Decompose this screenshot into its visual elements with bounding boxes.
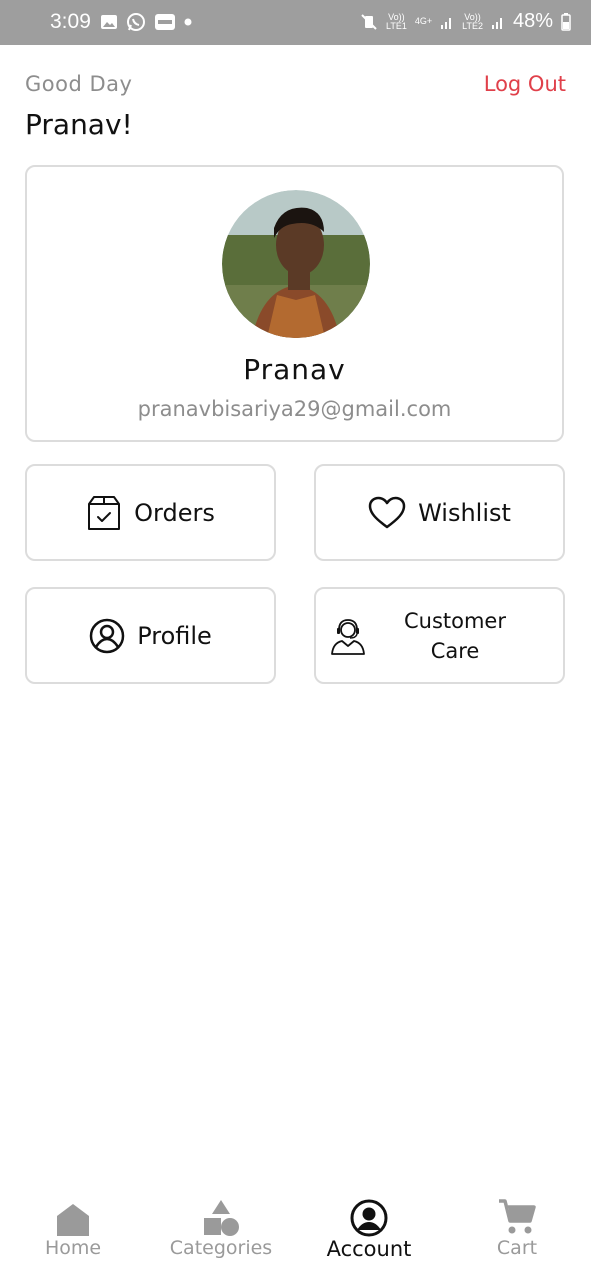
profile-email: pranavbisariya29@gmail.com (137, 397, 452, 421)
whatsapp-icon (127, 13, 145, 31)
4g-data-icon: 4G+ (414, 16, 433, 26)
nav-account[interactable]: Account (299, 1195, 439, 1280)
signal-icon (491, 17, 502, 29)
nav-home[interactable]: Home (3, 1195, 143, 1280)
bottom-nav: Home Categories Account Cart (0, 1195, 591, 1280)
nav-cart-label: Cart (496, 1237, 538, 1259)
battery-icon (561, 12, 571, 31)
volte-lte1-icon: Vo)) LTE1 (386, 11, 407, 31)
user-circle-icon (89, 618, 125, 653)
greeting-text: Good Day (25, 72, 133, 96)
nav-home-label: Home (44, 1237, 102, 1259)
status-time: 3:09 (50, 10, 91, 33)
orders-button[interactable]: Orders (25, 464, 276, 561)
nav-account-label: Account (326, 1237, 412, 1261)
paytm-icon (155, 14, 175, 30)
shapes-icon (204, 1200, 239, 1236)
user-greeting-name: Pranav! (25, 108, 133, 141)
dot-icon (184, 18, 192, 26)
account-circle-icon (350, 1199, 388, 1237)
wishlist-label: Wishlist (418, 498, 511, 527)
orders-label: Orders (134, 498, 215, 527)
avatar[interactable] (222, 190, 370, 338)
image-icon (101, 15, 117, 29)
status-bar: 3:09 Vo)) LTE1 4G+ Vo)) LTE2 48% (0, 0, 591, 45)
cart-icon (499, 1199, 536, 1234)
profile-button[interactable]: Profile (25, 587, 276, 684)
heart-icon (368, 496, 406, 528)
box-check-icon (88, 495, 121, 530)
signal-icon (441, 17, 452, 29)
logout-button[interactable]: Log Out (484, 72, 566, 96)
customer-care-label: Customer Care (403, 608, 506, 663)
nav-categories[interactable]: Categories (151, 1195, 291, 1280)
profile-label: Profile (137, 621, 212, 650)
profile-name: Pranav (243, 353, 346, 386)
nav-categories-label: Categories (169, 1237, 273, 1259)
nav-cart[interactable]: Cart (447, 1195, 587, 1280)
home-icon (57, 1204, 89, 1236)
headset-agent-icon (331, 618, 365, 655)
battery-percent: 48% (512, 10, 553, 32)
wishlist-button[interactable]: Wishlist (314, 464, 565, 561)
profile-card: Pranav pranavbisariya29@gmail.com (25, 165, 564, 442)
volte-lte2-icon: Vo)) LTE2 (462, 11, 483, 31)
customer-care-button[interactable]: Customer Care (314, 587, 565, 684)
mute-vibrate-icon (361, 13, 377, 30)
